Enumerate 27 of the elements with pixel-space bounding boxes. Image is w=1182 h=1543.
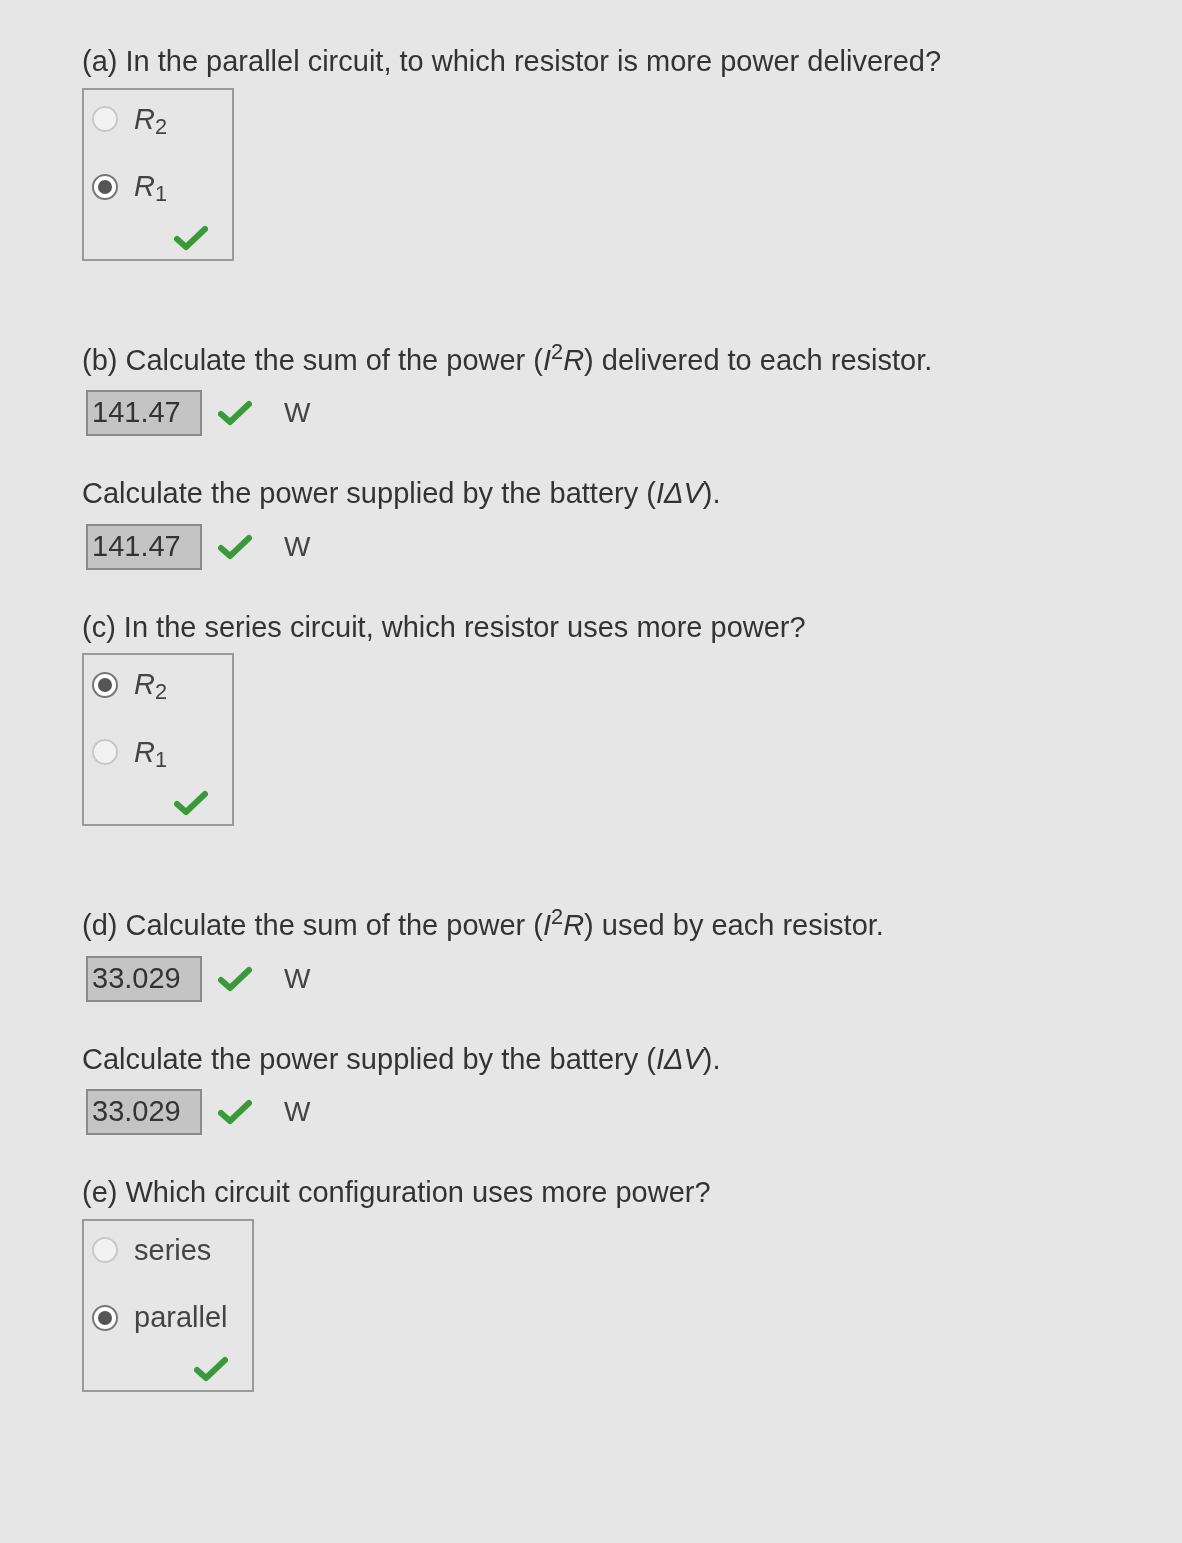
radio-button[interactable] xyxy=(92,1237,118,1264)
unit-label: W xyxy=(284,529,311,564)
option-label: R$_{1}$ xyxy=(134,170,168,202)
unit-label: W xyxy=(284,1095,311,1129)
question-text: (e) Which circuit configuration uses more power? xyxy=(82,1176,711,1208)
question-text: Calculate the power supplied by the battery (IΔV). xyxy=(82,477,721,509)
radio-button[interactable] xyxy=(92,739,118,766)
question-text: (b) Calculate the sum of the power (I$^{2}$R) delivered to each resistor. xyxy=(82,343,933,376)
unit-label: W xyxy=(284,396,311,430)
question-text: (d) Calculate the sum of the power (I$^{2}$R) used by each resistor. xyxy=(82,909,884,941)
radio-button[interactable] xyxy=(92,1304,118,1331)
option-label: parallel xyxy=(134,1301,228,1333)
answer-field[interactable]: 141.47 xyxy=(86,523,202,570)
option-label: series xyxy=(134,1233,212,1266)
answer-field[interactable]: 33.029 xyxy=(86,1089,202,1135)
question-text: (c) In the series circuit, which resistor uses more power? xyxy=(82,610,806,643)
radio-button[interactable] xyxy=(92,106,118,133)
radio-button[interactable] xyxy=(92,671,118,698)
option-label: R$_{2}$ xyxy=(134,102,168,135)
answer-field[interactable]: 141.47 xyxy=(86,390,202,436)
option-label: R$_{2}$ xyxy=(134,668,168,700)
question-text: Calculate the power supplied by the battery (IΔV). xyxy=(82,1042,721,1075)
option-label: R$_{1}$ xyxy=(134,735,168,768)
unit-label: W xyxy=(284,961,311,996)
question-text: (a) In the parallel circuit, to which resistor is more power delivered? xyxy=(82,45,942,77)
answer-field[interactable]: 33.029 xyxy=(86,955,202,1002)
radio-button[interactable] xyxy=(92,173,118,200)
